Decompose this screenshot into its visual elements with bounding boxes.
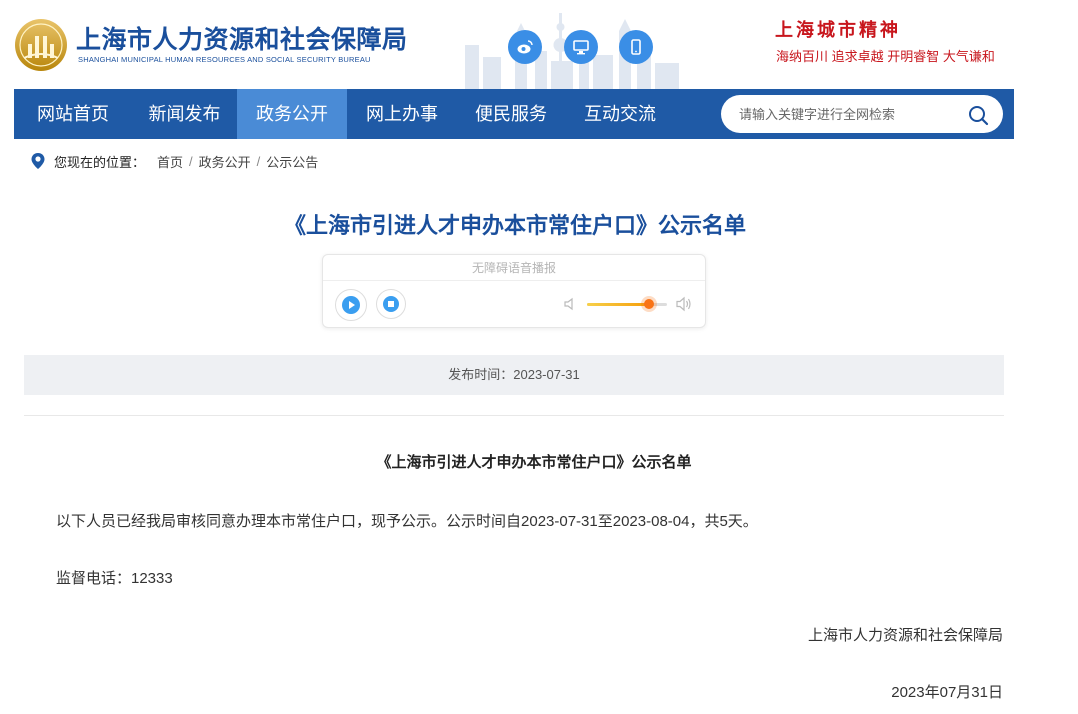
city-spirit-title: 上海城市精神 — [775, 20, 901, 40]
search-icon[interactable] — [967, 104, 989, 126]
search-box — [721, 95, 1003, 133]
accessibility-audio-label: 无障碍语音播报 — [323, 255, 705, 281]
volume-slider[interactable] — [587, 299, 667, 309]
main-nav: 网站首页 新闻发布 政务公开 网上办事 便民服务 互动交流 — [14, 89, 1014, 139]
article-signature: 上海市人力资源和社会保障局 — [807, 627, 1003, 644]
publish-time: 发布时间：2023-07-31 — [24, 355, 1004, 395]
volume-level — [587, 303, 650, 306]
nav-item-news[interactable]: 新闻发布 — [132, 89, 237, 139]
play-button[interactable] — [335, 289, 367, 321]
city-spirit-slogan: 海纳百川 追求卓越 开明睿智 大气谦和 — [776, 49, 995, 64]
breadcrumb-separator: / — [256, 153, 261, 169]
nav-item-public-services[interactable]: 便民服务 — [457, 89, 565, 139]
breadcrumb-separator: / — [189, 153, 193, 169]
weibo-icon[interactable] — [508, 30, 542, 64]
desktop-icon[interactable] — [564, 30, 598, 64]
stop-icon — [383, 296, 399, 312]
article-paragraph: 以下人员已经我局审核同意办理本市常住户口，现予公示。公示时间自2023-07-3… — [56, 513, 758, 530]
breadcrumb-announcements[interactable]: 公示公告 — [266, 152, 318, 171]
play-icon — [342, 296, 360, 314]
nav-item-interaction[interactable]: 互动交流 — [565, 89, 675, 139]
divider — [24, 415, 1004, 416]
article-date: 2023年07月31日 — [891, 684, 1003, 701]
audio-player: 无障碍语音播报 — [322, 254, 706, 328]
mobile-icon[interactable] — [619, 30, 653, 64]
breadcrumb-label: 您现在的位置： — [54, 154, 146, 170]
bureau-emblem-icon[interactable] — [14, 18, 68, 72]
breadcrumb: 您现在的位置： 首页 / 政务公开 / 公示公告 — [30, 151, 318, 171]
site-name[interactable]: 上海市人力资源和社会保障局 — [76, 20, 408, 56]
breadcrumb-home[interactable]: 首页 — [157, 152, 183, 171]
volume-knob[interactable] — [644, 299, 655, 309]
stop-button[interactable] — [376, 289, 406, 319]
volume-high-icon[interactable] — [675, 295, 693, 313]
article-title: 《上海市引进人才申办本市常住户口》公示名单 — [376, 454, 692, 471]
nav-item-home[interactable]: 网站首页 — [14, 89, 132, 139]
supervision-phone: 监督电话：12333 — [56, 570, 173, 587]
nav-item-online-services[interactable]: 网上办事 — [347, 89, 457, 139]
volume-low-icon[interactable] — [563, 297, 577, 311]
site-header: 上海市人力资源和社会保障局 SHANGHAI MUNICIPAL HUMAN R… — [0, 0, 1078, 89]
nav-item-gov-affairs[interactable]: 政务公开 — [237, 89, 347, 139]
site-name-english: SHANGHAI MUNICIPAL HUMAN RESOURCES AND S… — [78, 55, 371, 64]
page-title: 《上海市引进人才申办本市常住户口》公示名单 — [283, 213, 746, 238]
breadcrumb-gov-affairs[interactable]: 政务公开 — [199, 152, 251, 171]
location-pin-icon — [31, 153, 45, 169]
search-input[interactable] — [739, 104, 959, 124]
